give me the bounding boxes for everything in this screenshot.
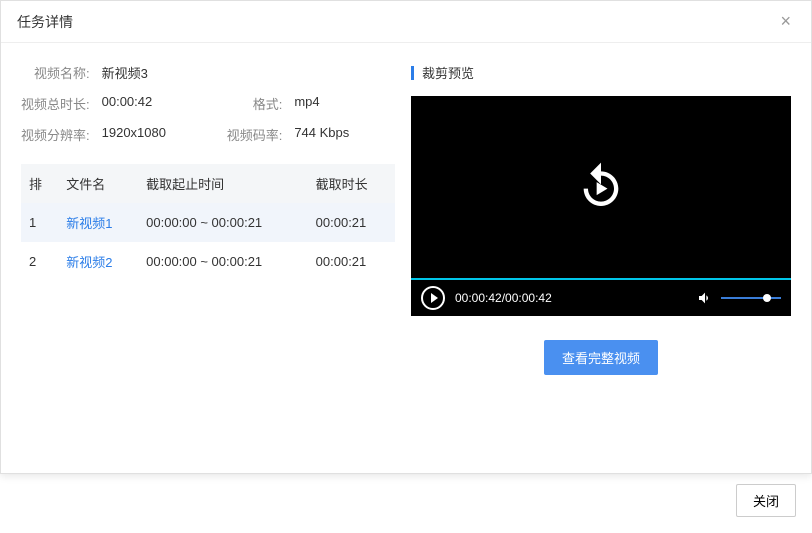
- dialog-header: 任务详情 ×: [1, 1, 811, 43]
- video-info: 视频名称: 新视频3 视频总时长: 00:00:42 格式: mp4 视频分辨率…: [21, 63, 395, 144]
- video-controls: 00:00:42/00:00:42: [411, 280, 791, 316]
- replay-icon[interactable]: [575, 161, 627, 216]
- close-icon[interactable]: ×: [776, 11, 795, 32]
- preview-title: 裁剪预览: [411, 63, 791, 82]
- clip-link[interactable]: 新视频2: [66, 255, 112, 270]
- dialog-title: 任务详情: [17, 12, 73, 32]
- dialog-body: 视频名称: 新视频3 视频总时长: 00:00:42 格式: mp4 视频分辨率…: [1, 43, 811, 473]
- duration-label: 视频总时长:: [21, 94, 90, 113]
- close-button[interactable]: 关闭: [736, 484, 796, 517]
- task-detail-dialog: 任务详情 × 视频名称: 新视频3 视频总时长: 00:00:42 格式: mp…: [0, 0, 812, 474]
- format-value: mp4: [294, 94, 395, 113]
- name-value: 新视频3: [102, 63, 203, 82]
- right-panel: 裁剪预览 00:00:42/00:00:42 查看完整视频: [411, 63, 791, 453]
- view-full-video-button[interactable]: 查看完整视频: [544, 340, 658, 375]
- preview-actions: 查看完整视频: [411, 340, 791, 375]
- clips-table: 排 文件名 截取起止时间 截取时长 1 新视频1 00:00:00 ~ 00:0…: [21, 164, 395, 281]
- time-display: 00:00:42/00:00:42: [455, 291, 552, 305]
- res-value: 1920x1080: [102, 125, 203, 144]
- table-header-row: 排 文件名 截取起止时间 截取时长: [21, 164, 395, 203]
- clip-link[interactable]: 新视频1: [66, 216, 112, 231]
- col-range: 截取起止时间: [138, 164, 308, 203]
- cell-dur: 00:00:21: [308, 203, 395, 242]
- cell-dur: 00:00:21: [308, 242, 395, 281]
- res-label: 视频分辨率:: [21, 125, 90, 144]
- name-label: 视频名称:: [21, 63, 90, 82]
- left-panel: 视频名称: 新视频3 视频总时长: 00:00:42 格式: mp4 视频分辨率…: [21, 63, 395, 453]
- cell-idx: 2: [21, 242, 58, 281]
- col-idx: 排: [21, 164, 58, 203]
- table-row[interactable]: 2 新视频2 00:00:00 ~ 00:00:21 00:00:21: [21, 242, 395, 281]
- play-icon[interactable]: [421, 286, 445, 310]
- video-player[interactable]: 00:00:42/00:00:42: [411, 96, 791, 316]
- dialog-footer: 关闭: [0, 474, 812, 527]
- cell-idx: 1: [21, 203, 58, 242]
- bitrate-value: 744 Kbps: [294, 125, 395, 144]
- bitrate-label: 视频码率:: [214, 125, 282, 144]
- volume-icon[interactable]: [697, 290, 713, 306]
- duration-value: 00:00:42: [102, 94, 203, 113]
- col-name: 文件名: [58, 164, 138, 203]
- cell-range: 00:00:00 ~ 00:00:21: [138, 242, 308, 281]
- table-row[interactable]: 1 新视频1 00:00:00 ~ 00:00:21 00:00:21: [21, 203, 395, 242]
- col-dur: 截取时长: [308, 164, 395, 203]
- format-label: 格式:: [214, 94, 282, 113]
- cell-range: 00:00:00 ~ 00:00:21: [138, 203, 308, 242]
- volume-area: [697, 290, 781, 306]
- volume-slider[interactable]: [721, 297, 781, 299]
